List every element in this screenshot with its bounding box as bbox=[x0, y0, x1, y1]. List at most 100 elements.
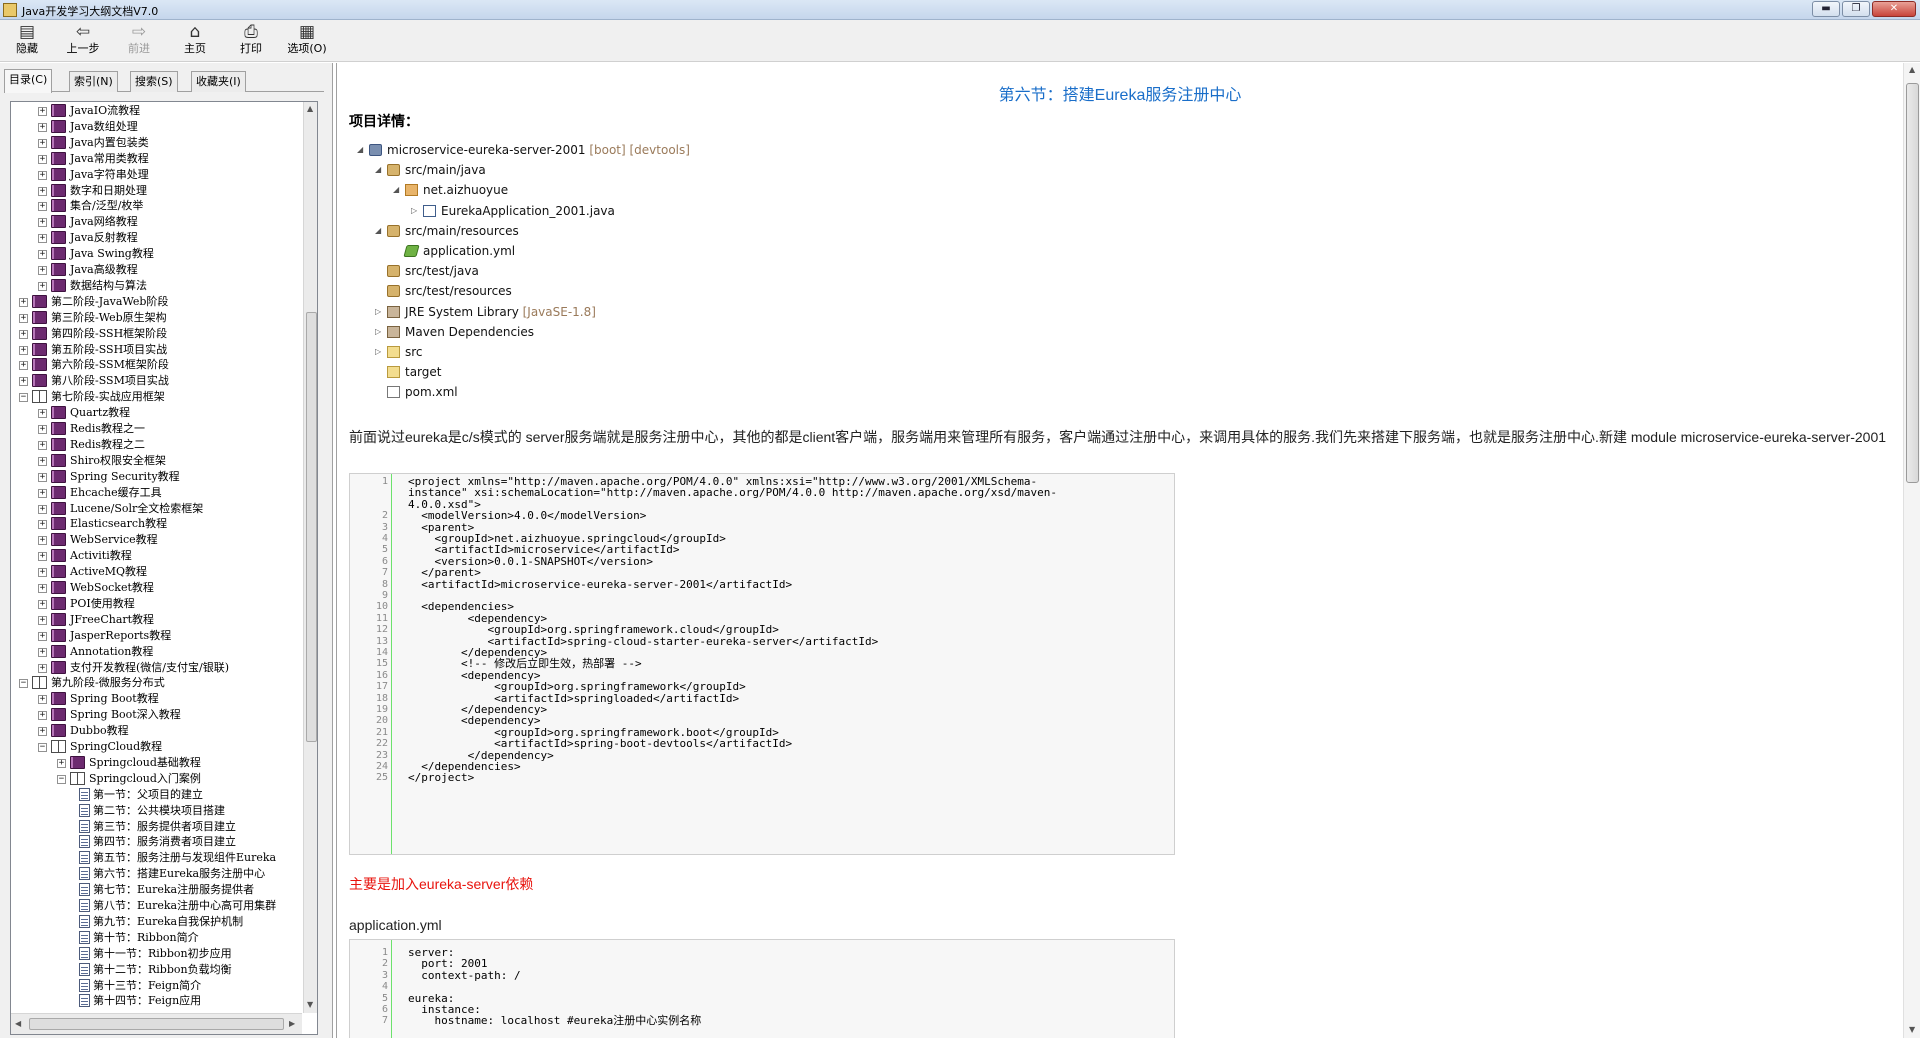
tree-topic-item[interactable]: 第五节：服务注册与发现组件Eureka bbox=[11, 850, 302, 866]
toolbar-button[interactable]: ⌂ 主页 bbox=[170, 22, 220, 60]
tree-book-item[interactable]: + 第三阶段-Web原生架构 bbox=[11, 310, 302, 326]
tree-book-item[interactable]: + Spring Boot教程 bbox=[11, 691, 302, 707]
expand-icon[interactable]: + bbox=[19, 377, 28, 387]
scroll-left-arrow-icon[interactable]: ◀ bbox=[15, 1019, 21, 1028]
expand-icon[interactable]: + bbox=[38, 584, 47, 593]
tree-hscroll-thumb[interactable] bbox=[29, 1018, 284, 1030]
tree-book-item[interactable]: + Java网络教程 bbox=[11, 214, 302, 230]
toolbar-button[interactable]: ⇦ 上一步 bbox=[58, 22, 108, 60]
tree-book-item[interactable]: + JavaIO流教程 bbox=[11, 103, 302, 119]
tree-book-item[interactable]: − Springcloud入门案例 bbox=[11, 771, 302, 787]
tree-book-item[interactable]: + Java内置包装类 bbox=[11, 135, 302, 151]
expand-icon[interactable]: + bbox=[19, 313, 28, 323]
tree-book-item[interactable]: + 集合/泛型/枚举 bbox=[11, 198, 302, 214]
content-scroll-thumb[interactable] bbox=[1906, 83, 1919, 483]
expand-icon[interactable]: + bbox=[38, 440, 47, 450]
tree-book-item[interactable]: − 第九阶段-微服务分布式 bbox=[11, 675, 302, 691]
scroll-down-arrow-icon[interactable]: ▼ bbox=[1909, 1025, 1915, 1034]
expand-icon[interactable]: + bbox=[38, 711, 47, 721]
expand-icon[interactable]: + bbox=[38, 138, 47, 148]
expand-icon[interactable]: + bbox=[38, 695, 47, 705]
expand-icon[interactable]: + bbox=[38, 520, 47, 530]
expand-icon[interactable]: + bbox=[38, 250, 47, 260]
tree-book-item[interactable]: + Dubbo教程 bbox=[11, 723, 302, 739]
tree-topic-item[interactable]: 第八节：Eureka注册中心高可用集群 bbox=[11, 898, 302, 914]
tree-book-item[interactable]: + JasperReports教程 bbox=[11, 628, 302, 644]
scroll-right-arrow-icon[interactable]: ▶ bbox=[289, 1019, 295, 1028]
collapse-icon[interactable]: − bbox=[57, 774, 66, 784]
tab-3[interactable]: 收藏夹(I) bbox=[191, 71, 246, 92]
tree-topic-item[interactable]: 第一节：父项目的建立 bbox=[11, 787, 302, 803]
tree-topic-item[interactable]: 第十四节：Feign应用 bbox=[11, 993, 302, 1009]
expand-icon[interactable]: + bbox=[38, 615, 47, 625]
tree-book-item[interactable]: + POI使用教程 bbox=[11, 596, 302, 612]
tree-topic-item[interactable]: 第九节：Eureka自我保护机制 bbox=[11, 914, 302, 930]
tree-book-item[interactable]: + Quartz教程 bbox=[11, 405, 302, 421]
expand-icon[interactable]: + bbox=[38, 552, 47, 562]
expand-icon[interactable]: + bbox=[19, 345, 28, 355]
tree-topic-item[interactable]: 第二节：公共模块项目搭建 bbox=[11, 803, 302, 819]
toolbar-button[interactable]: ▤ 隐藏 bbox=[2, 22, 52, 60]
expand-icon[interactable]: + bbox=[38, 234, 47, 244]
minimize-button[interactable]: ▬ bbox=[1812, 1, 1840, 17]
scroll-down-arrow-icon[interactable]: ▼ bbox=[307, 1000, 313, 1009]
tab-0[interactable]: 目录(C) bbox=[4, 69, 53, 93]
expand-icon[interactable]: + bbox=[38, 536, 47, 546]
expand-icon[interactable]: + bbox=[38, 122, 47, 132]
tree-topic-item[interactable]: 第六节：搭建Eureka服务注册中心 bbox=[11, 866, 302, 882]
tree-book-item[interactable]: + 数据结构与算法 bbox=[11, 278, 302, 294]
tree-book-item[interactable]: + WebSocket教程 bbox=[11, 580, 302, 596]
expand-icon[interactable]: + bbox=[38, 488, 47, 498]
tab-2[interactable]: 搜索(S) bbox=[130, 71, 178, 92]
tree-book-item[interactable]: − SpringCloud教程 bbox=[11, 739, 302, 755]
expand-icon[interactable]: + bbox=[19, 361, 28, 371]
scroll-up-arrow-icon[interactable]: ▲ bbox=[1909, 65, 1915, 74]
expand-icon[interactable]: + bbox=[19, 297, 28, 307]
tree-book-item[interactable]: + ActiveMQ教程 bbox=[11, 564, 302, 580]
tree-horizontal-scrollbar[interactable]: ◀ ▶ bbox=[11, 1013, 302, 1034]
expand-icon[interactable]: + bbox=[38, 631, 47, 641]
collapse-icon[interactable]: − bbox=[19, 393, 28, 403]
toolbar-button[interactable]: ▦ 选项(O) bbox=[282, 22, 332, 60]
tree-book-item[interactable]: + Ehcache缓存工具 bbox=[11, 485, 302, 501]
collapse-icon[interactable]: − bbox=[38, 743, 47, 752]
tree-topic-item[interactable]: 第十一节：Ribbon初步应用 bbox=[11, 946, 302, 962]
tree-book-item[interactable]: + 第八阶段-SSM项目实战 bbox=[11, 373, 302, 389]
tab-1[interactable]: 索引(N) bbox=[69, 71, 118, 92]
scroll-up-arrow-icon[interactable]: ▲ bbox=[307, 104, 313, 113]
expand-icon[interactable]: + bbox=[38, 107, 47, 116]
tree-book-item[interactable]: + 支付开发教程(微信/支付宝/银联) bbox=[11, 660, 302, 676]
tree-topic-item[interactable]: 第三节：服务提供者项目建立 bbox=[11, 819, 302, 835]
expand-icon[interactable]: + bbox=[38, 186, 47, 196]
tree-topic-item[interactable]: 第十二节：Ribbon负载均衡 bbox=[11, 962, 302, 978]
tree-book-item[interactable]: + 第四阶段-SSH框架阶段 bbox=[11, 326, 302, 342]
tree-book-item[interactable]: + 第二阶段-JavaWeb阶段 bbox=[11, 294, 302, 310]
tree-topic-item[interactable]: 第十三节：Feign简介 bbox=[11, 978, 302, 994]
tree-vertical-scrollbar[interactable]: ▲ ▼ bbox=[303, 102, 317, 1013]
expand-icon[interactable]: + bbox=[38, 266, 47, 275]
tree-book-item[interactable]: + Shiro权限安全框架 bbox=[11, 453, 302, 469]
content-vertical-scrollbar[interactable]: ▲ ▼ bbox=[1903, 63, 1920, 1038]
tree-topic-item[interactable]: 第十节：Ribbon简介 bbox=[11, 930, 302, 946]
tree-book-item[interactable]: + 第五阶段-SSH项目实战 bbox=[11, 342, 302, 358]
expand-icon[interactable]: + bbox=[38, 154, 47, 164]
expand-icon[interactable]: + bbox=[57, 758, 66, 768]
expand-icon[interactable]: + bbox=[38, 568, 47, 578]
tree-book-item[interactable]: + Java高级教程 bbox=[11, 262, 302, 278]
tree-book-item[interactable]: + Redis教程之一 bbox=[11, 421, 302, 437]
expand-icon[interactable]: + bbox=[38, 456, 47, 466]
tree-book-item[interactable]: + WebService教程 bbox=[11, 532, 302, 548]
tree-topic-item[interactable]: 第七节：Eureka注册服务提供者 bbox=[11, 882, 302, 898]
tree-book-item[interactable]: + Lucene/Solr全文检索框架 bbox=[11, 501, 302, 517]
expand-icon[interactable]: + bbox=[38, 647, 47, 657]
expand-icon[interactable]: + bbox=[19, 329, 28, 339]
maximize-button[interactable]: ❐ bbox=[1842, 1, 1870, 17]
tree-book-item[interactable]: + 数字和日期处理 bbox=[11, 183, 302, 199]
tree-book-item[interactable]: + Java反射教程 bbox=[11, 230, 302, 246]
tree-book-item[interactable]: + Java数组处理 bbox=[11, 119, 302, 135]
tree-book-item[interactable]: + Java Swing教程 bbox=[11, 246, 302, 262]
expand-icon[interactable]: + bbox=[38, 472, 47, 482]
collapse-icon[interactable]: − bbox=[19, 679, 28, 689]
tree-book-item[interactable]: + Annotation教程 bbox=[11, 644, 302, 660]
expand-icon[interactable]: + bbox=[38, 727, 47, 737]
